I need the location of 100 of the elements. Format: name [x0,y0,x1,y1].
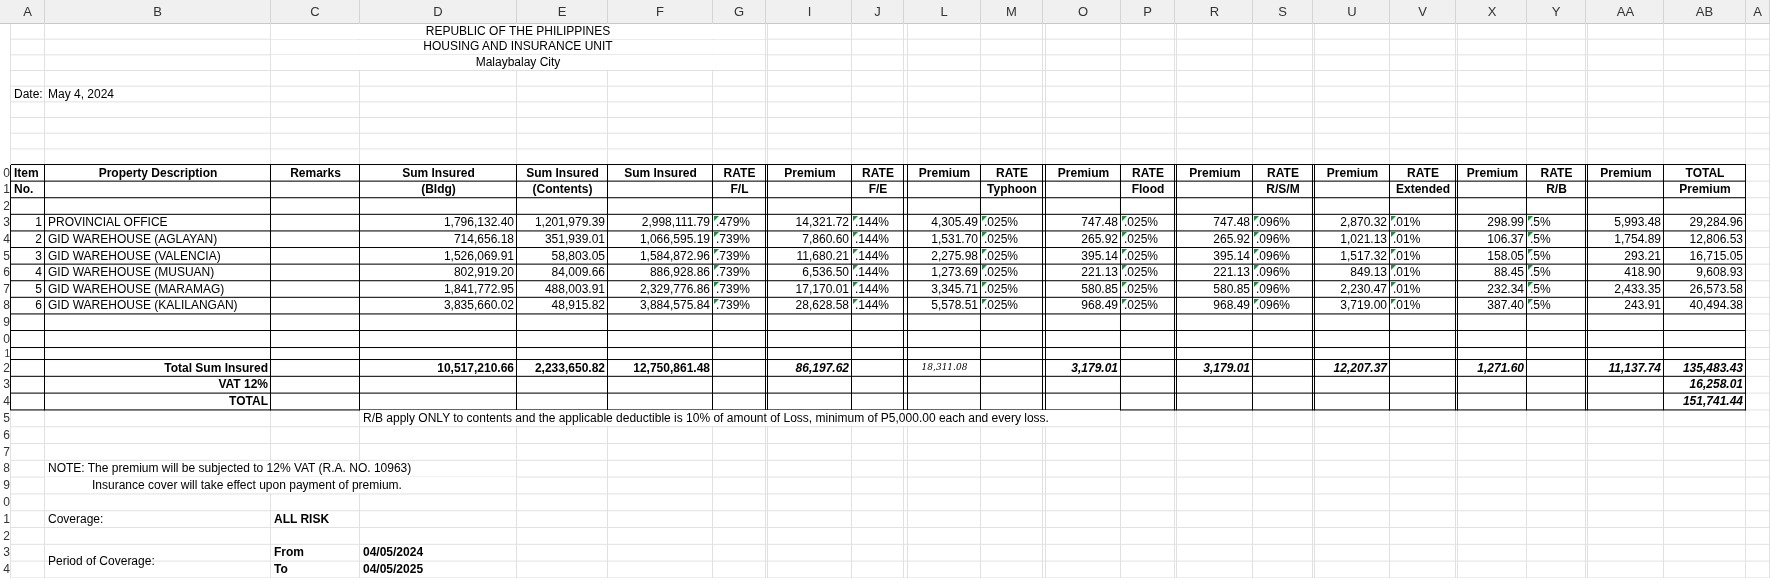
column-header[interactable]: R [1177,0,1253,24]
rate-value: .025% [984,282,1019,296]
column-heading: Sum Insured [402,166,475,180]
row-number[interactable]: 0 [0,330,11,348]
sum-insured: 48,915.82 [551,299,605,313]
column-header[interactable]: V [1390,0,1456,24]
note-text: NOTE: The premium will be subjected to 12% VAT (R.A. NO. 10963) [48,461,412,476]
property-description: GID WAREHOUSE (MUSUAN) [48,266,215,280]
total-premium: 16,715.05 [1689,249,1743,263]
row-number[interactable]: 8 [0,460,11,478]
rate-value: .739% [716,282,751,296]
note-text: Insurance cover will take effect upon payment of premium. [92,478,402,492]
column-heading: R/B [1546,183,1567,197]
from-date: 04/05/2024 [363,546,424,560]
row-number[interactable]: 3 [0,544,11,562]
column-heading: Premium [1600,166,1652,180]
column-heading: RATE [723,166,756,180]
period-label: Period of Coverage: [48,554,155,568]
row-number[interactable]: 9 [0,314,11,331]
column-header[interactable]: O [1046,0,1121,24]
item-number: 6 [35,299,42,313]
row-number[interactable]: 1 [0,181,11,199]
column-heading: (Bldg) [421,183,456,197]
rate-value: .5% [1530,266,1551,280]
sum-insured: 714,656.18 [453,233,514,247]
row-number[interactable]: 5 [0,247,11,265]
column-header[interactable]: S [1253,0,1313,24]
rate-value: .025% [1124,233,1159,247]
row-number[interactable]: 1 [0,347,11,360]
rate-value: .739% [716,233,751,247]
rate-value: .025% [1124,299,1159,313]
date-value: May 4, 2024 [48,87,115,102]
row-number[interactable]: 2 [0,359,11,377]
column-header[interactable]: J [852,0,904,24]
column-heading: Item [14,166,39,180]
property-description: GID WAREHOUSE (VALENCIA) [48,249,221,263]
total-label: Total Sum Insured [164,361,268,375]
row-number[interactable]: 0 [0,494,11,511]
premium-total: 12,207.37 [1333,361,1387,375]
column-heading: R/S/M [1266,183,1300,197]
premium-value: 28,628.58 [795,299,849,313]
premium-value: 11,680.21 [796,249,849,263]
rate-value: .5% [1530,299,1551,313]
sum-insured: 1,066,595.19 [639,233,710,247]
rate-value: .025% [1124,266,1159,280]
rate-value: .144% [855,233,890,247]
column-header[interactable]: Y [1527,0,1586,24]
column-header[interactable]: AB [1664,0,1746,24]
column-header[interactable]: I [768,0,852,24]
item-number: 4 [35,266,42,280]
column-heading: Premium [918,166,971,180]
row-number[interactable]: 6 [0,264,11,282]
column-header[interactable]: P [1121,0,1175,24]
column-header[interactable]: A [11,0,45,24]
column-header[interactable]: AA [1588,0,1664,24]
premium-value: 221.13 [1081,266,1118,280]
rate-value: .739% [716,249,751,263]
sum-insured: 1,584,872.96 [639,249,710,263]
item-number: 1 [35,216,42,230]
column-heading: RATE [1267,166,1299,180]
sum-insured: 1,841,772.95 [443,282,514,296]
row-number[interactable]: 4 [0,231,11,248]
column-heading: Sum Insured [624,166,697,180]
column-header[interactable]: L [908,0,981,24]
column-header[interactable]: B [45,0,271,24]
to-label: To [274,563,288,577]
rate-value: .144% [855,282,890,296]
row-number[interactable]: 0 [0,164,11,182]
sum-total: 12,750,861.48 [633,361,710,375]
column-header[interactable]: A [1746,0,1770,24]
row-number[interactable]: 2 [0,527,11,545]
row-number[interactable]: 8 [0,297,11,315]
premium-value: 1,273.69 [931,266,978,280]
rate-value: .025% [984,266,1019,280]
rate-value: .5% [1530,249,1551,263]
column-header[interactable]: M [981,0,1043,24]
row-number[interactable]: 2 [0,198,11,215]
column-heading: Property Description [98,166,218,180]
row-number[interactable]: 6 [0,427,11,444]
row-number[interactable]: 7 [0,281,11,298]
row-number[interactable]: 9 [0,477,11,495]
rate-value: .144% [855,266,890,280]
sum-insured: 1,796,132.40 [443,216,514,230]
column-heading: Premium [1466,166,1519,180]
row-number[interactable]: 4 [0,561,11,579]
column-heading: F/L [730,183,749,197]
premium-value: 418.90 [1624,266,1661,280]
premium-value: 395.14 [1213,249,1250,263]
premium-value: 1,531.70 [931,233,978,247]
column-header[interactable]: X [1458,0,1527,24]
column-heading: RATE [996,166,1028,180]
column-heading: No. [14,183,34,197]
row-number[interactable]: 1 [0,511,11,528]
row-number[interactable]: 3 [0,214,11,232]
column-header[interactable]: U [1315,0,1390,24]
row-number[interactable]: 7 [0,443,11,461]
letterhead-line: REPUBLIC OF THE PHILIPPINES [425,24,611,38]
row-number[interactable]: 4 [0,393,11,411]
row-number[interactable]: 5 [0,410,11,428]
row-number[interactable]: 3 [0,376,11,394]
